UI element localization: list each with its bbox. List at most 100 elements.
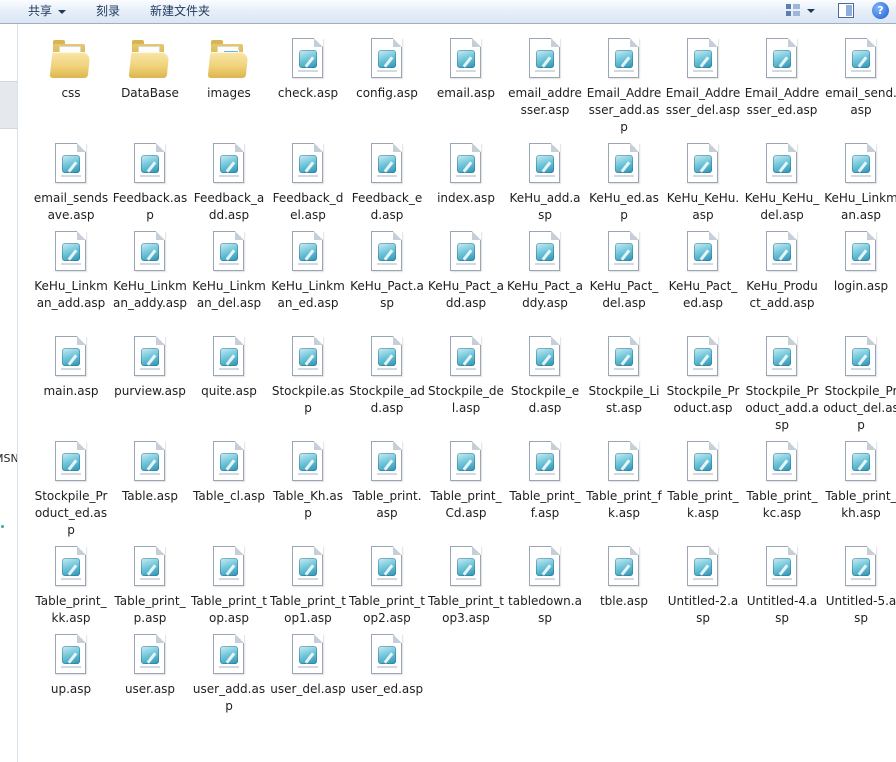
nav-item-msn[interactable]: MSN — [0, 452, 17, 465]
file-item[interactable]: Table_print_kk.asp — [33, 546, 109, 627]
file-name-label: login.asp — [833, 279, 889, 293]
file-item[interactable]: KeHu_Pact.asp — [349, 231, 425, 312]
file-item[interactable]: css — [33, 38, 109, 102]
file-item[interactable]: user_ed.asp — [349, 634, 425, 698]
file-item[interactable]: email.asp — [428, 38, 504, 102]
file-item[interactable]: KeHu_KeHu.asp — [665, 143, 741, 224]
file-name-label: user.asp — [124, 682, 176, 696]
file-item[interactable]: user_del.asp — [270, 634, 346, 698]
file-item[interactable]: email_addresser.asp — [507, 38, 583, 119]
file-item[interactable]: main.asp — [33, 336, 109, 400]
file-item[interactable]: Feedback_del.asp — [270, 143, 346, 224]
file-item[interactable]: KeHu_Linkman_addy.asp — [112, 231, 188, 312]
file-item[interactable]: email_sendsave.asp — [33, 143, 109, 224]
file-item[interactable]: Stockpile_Product_add.asp — [744, 336, 820, 434]
file-name-label: Table_print_fk.asp — [586, 489, 662, 520]
file-item[interactable]: KeHu_Pact_ed.asp — [665, 231, 741, 312]
file-item[interactable]: images — [191, 38, 267, 102]
file-item[interactable]: Email_Addresser_add.asp — [586, 38, 662, 136]
file-item[interactable]: KeHu_Linkman_ed.asp — [270, 231, 346, 312]
asp-file-icon — [762, 546, 802, 590]
file-item[interactable]: Table_print_fk.asp — [586, 441, 662, 522]
asp-file-icon — [446, 441, 486, 485]
file-item[interactable]: Table_cl.asp — [191, 441, 267, 505]
file-item[interactable]: Table_print_k.asp — [665, 441, 741, 522]
burn-button[interactable]: 刻录 — [96, 3, 120, 20]
file-item[interactable]: KeHu_Pact_del.asp — [586, 231, 662, 312]
navigation-pane[interactable]: MSN — [0, 24, 18, 762]
file-item[interactable]: Table_print_top2.asp — [349, 546, 425, 627]
file-item[interactable]: KeHu_Linkman_del.asp — [191, 231, 267, 312]
view-options-icon[interactable] — [786, 4, 800, 18]
file-item[interactable]: KeHu_KeHu_del.asp — [744, 143, 820, 224]
file-item[interactable]: Stockpile_Product_ed.asp — [33, 441, 109, 539]
file-item[interactable]: Stockpile_Product_del.asp — [823, 336, 896, 434]
file-name-label: Untitled-5.asp — [825, 594, 896, 625]
file-item[interactable]: Feedback_add.asp — [191, 143, 267, 224]
file-item[interactable]: Stockpile_List.asp — [586, 336, 662, 417]
file-item[interactable]: KeHu_add.asp — [507, 143, 583, 224]
file-item[interactable]: Stockpile_Product.asp — [665, 336, 741, 417]
asp-file-icon — [209, 336, 249, 380]
file-item[interactable]: KeHu_Pact_add.asp — [428, 231, 504, 312]
asp-file-icon — [446, 38, 486, 82]
file-item[interactable]: quite.asp — [191, 336, 267, 400]
file-item[interactable]: Table_print.asp — [349, 441, 425, 522]
file-name-label: Stockpile_ed.asp — [510, 384, 580, 415]
file-item[interactable]: Table_print_top.asp — [191, 546, 267, 627]
file-item[interactable]: config.asp — [349, 38, 425, 102]
file-item[interactable]: Table_Kh.asp — [270, 441, 346, 522]
file-item[interactable]: Table_print_top1.asp — [270, 546, 346, 627]
file-name-label: Email_Addresser_add.asp — [586, 86, 662, 134]
file-item[interactable]: Feedback.asp — [112, 143, 188, 224]
file-item[interactable]: Table_print_top3.asp — [428, 546, 504, 627]
new-folder-button[interactable]: 新建文件夹 — [150, 3, 210, 20]
file-name-label: Table_print_k.asp — [667, 489, 739, 520]
asp-file-icon — [288, 546, 328, 590]
file-item[interactable]: Stockpile_ed.asp — [507, 336, 583, 417]
file-item[interactable]: email_send.asp — [823, 38, 896, 119]
help-icon[interactable]: ? — [872, 2, 889, 19]
file-item[interactable]: Untitled-4.asp — [744, 546, 820, 627]
file-item[interactable]: KeHu_Pact_addy.asp — [507, 231, 583, 312]
file-item[interactable]: DataBase — [112, 38, 188, 102]
asp-file-icon — [288, 336, 328, 380]
file-item[interactable]: KeHu_Linkman.asp — [823, 143, 896, 224]
file-item[interactable]: Untitled-2.asp — [665, 546, 741, 627]
file-name-label: Feedback_del.asp — [272, 191, 344, 222]
file-item[interactable]: check.asp — [270, 38, 346, 102]
share-menu-button[interactable]: 共享 — [28, 3, 67, 20]
file-item[interactable]: up.asp — [33, 634, 109, 698]
file-item[interactable]: Table_print_f.asp — [507, 441, 583, 522]
file-item[interactable]: Stockpile_add.asp — [349, 336, 425, 417]
file-name-label: Table_print_kc.asp — [746, 489, 818, 520]
file-item[interactable]: purview.asp — [112, 336, 188, 400]
file-item[interactable]: tble.asp — [586, 546, 662, 610]
file-name-label: Stockpile_del.asp — [428, 384, 504, 415]
file-item[interactable]: tabledown.asp — [507, 546, 583, 627]
file-item[interactable]: index.asp — [428, 143, 504, 207]
file-item[interactable]: Table.asp — [112, 441, 188, 505]
file-item[interactable]: Untitled-5.asp — [823, 546, 896, 627]
file-item[interactable]: KeHu_Linkman_add.asp — [33, 231, 109, 312]
file-item[interactable]: Email_Addresser_del.asp — [665, 38, 741, 119]
file-item[interactable]: Table_print_kh.asp — [823, 441, 896, 522]
preview-pane-icon[interactable] — [838, 3, 854, 18]
file-item[interactable]: Table_print_p.asp — [112, 546, 188, 627]
nav-selected-item[interactable] — [0, 81, 17, 129]
asp-file-icon — [367, 634, 407, 678]
file-item[interactable]: Stockpile_del.asp — [428, 336, 504, 417]
asp-file-icon — [209, 143, 249, 187]
file-item[interactable]: KeHu_ed.asp — [586, 143, 662, 224]
file-item[interactable]: KeHu_Product_add.asp — [744, 231, 820, 312]
file-item[interactable]: login.asp — [823, 231, 896, 295]
file-item[interactable]: Stockpile.asp — [270, 336, 346, 417]
file-list[interactable]: css DataBase images check.asp config.asp emai… — [20, 26, 896, 762]
file-item[interactable]: user_add.asp — [191, 634, 267, 715]
view-menu-chevron-icon[interactable] — [807, 9, 815, 13]
file-item[interactable]: user.asp — [112, 634, 188, 698]
file-item[interactable]: Table_print_Cd.asp — [428, 441, 504, 522]
file-item[interactable]: Email_Addresser_ed.asp — [744, 38, 820, 119]
file-item[interactable]: Table_print_kc.asp — [744, 441, 820, 522]
file-item[interactable]: Feedback_ed.asp — [349, 143, 425, 224]
